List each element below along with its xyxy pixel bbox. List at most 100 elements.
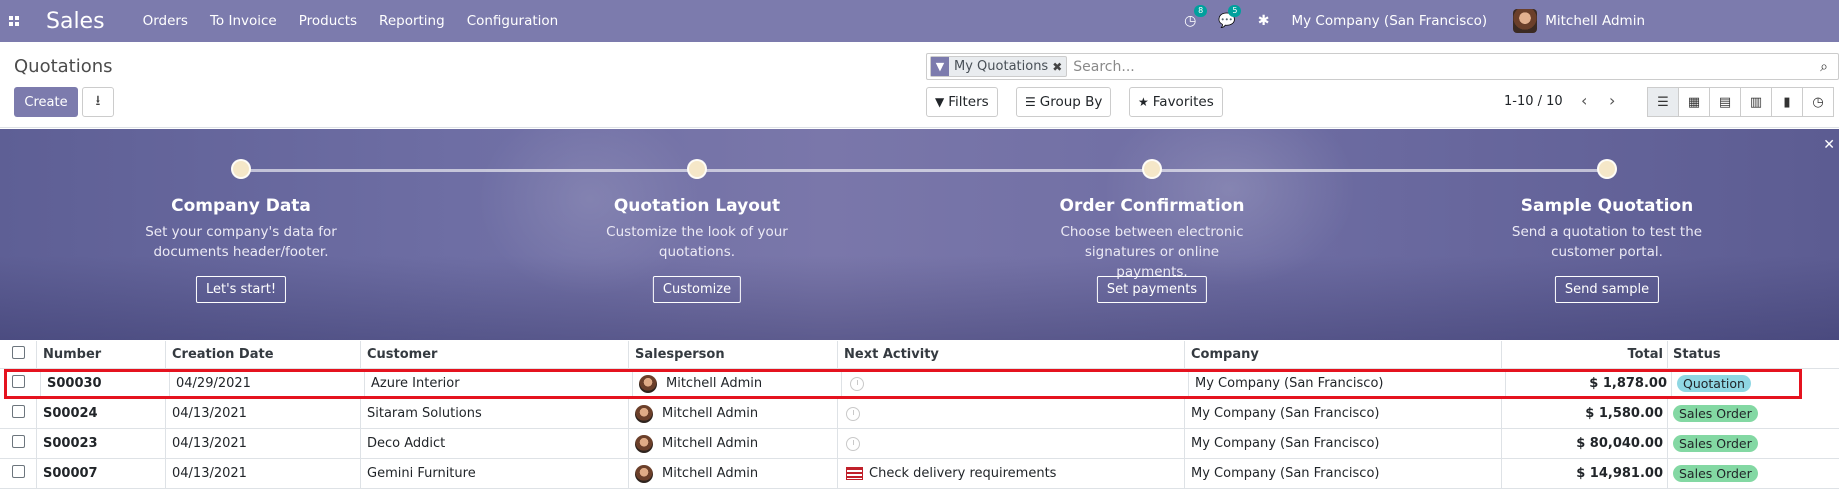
list-view-icon[interactable]: ☰ [1647,87,1679,117]
menu-reporting[interactable]: Reporting [379,13,445,29]
table-row[interactable]: S00024 04/13/2021 Sitaram Solutions Mitc… [0,399,1839,429]
cell-salesperson: Mitchell Admin [628,399,837,428]
table-row[interactable]: S00030 04/29/2021 Azure Interior Mitchel… [4,369,1802,399]
send-sample-button[interactable]: Send sample [1554,276,1660,303]
cell-salesperson: Mitchell Admin [632,369,841,398]
activity-clock-icon[interactable] [846,406,860,421]
step-title: Sample Quotation [1520,196,1694,216]
step-title: Order Confirmation [1059,196,1245,216]
step-dot [1142,159,1162,179]
cell-next-activity [841,369,1188,398]
cell-date: 04/13/2021 [165,399,360,428]
activity-count-badge: 8 [1194,5,1208,17]
row-checkbox[interactable] [12,405,25,418]
control-panel: Quotations Create ⭳ ▼ My Quotations ✖ Se… [0,42,1839,128]
groupby-button[interactable]: ☰ Group By [1016,87,1112,117]
col-status[interactable]: Status [1667,341,1839,368]
row-checkbox-cell [4,375,40,392]
salesperson-name: Mitchell Admin [662,466,759,481]
row-checkbox[interactable] [12,375,25,388]
step-description: Customize the look of your quotations. [606,224,788,260]
create-button[interactable]: Create [14,87,78,117]
search-icon[interactable]: ⌕ [1812,59,1836,75]
pivot-view-icon[interactable]: ▥ [1740,87,1772,117]
cell-status: Sales Order [1667,429,1839,458]
activity-view-icon[interactable]: ◷ [1802,87,1834,117]
customize-button[interactable]: Customize [652,276,742,303]
app-brand[interactable]: Sales [46,9,105,34]
filter-icon: ▼ [935,95,945,109]
cell-date: 04/13/2021 [165,459,360,488]
status-badge: Sales Order [1673,405,1758,422]
cell-date: 04/29/2021 [169,369,364,398]
cell-total: $ 14,981.00 [1501,459,1667,488]
quotations-table: Number Creation Date Customer Salesperso… [0,341,1839,489]
menu-configuration[interactable]: Configuration [467,13,559,29]
activity-clock-icon[interactable] [846,436,860,451]
facet-label: My Quotations [954,59,1049,74]
menu-orders[interactable]: Orders [143,13,188,29]
cell-customer: Azure Interior [364,369,632,398]
filters-button[interactable]: ▼ Filters [926,87,998,117]
cell-date: 04/13/2021 [165,429,360,458]
messages-chat-icon[interactable]: 💬 5 [1218,5,1242,29]
user-menu[interactable]: Mitchell Admin [1513,9,1645,33]
step-dot [687,159,707,179]
row-checkbox[interactable] [12,465,25,478]
kanban-view-icon[interactable]: ▦ [1678,87,1710,117]
menu-products[interactable]: Products [299,13,357,29]
col-creation-date[interactable]: Creation Date [165,341,360,368]
activity-flag-icon[interactable] [846,467,863,480]
col-company[interactable]: Company [1184,341,1501,368]
cell-salesperson: Mitchell Admin [628,429,837,458]
row-checkbox-cell [0,405,36,422]
activity-clock-icon[interactable]: ◷ 8 [1184,5,1208,29]
cell-company: My Company (San Francisco) [1184,459,1501,488]
col-total[interactable]: Total [1501,341,1667,368]
message-count-badge: 5 [1228,5,1242,17]
activity-clock-icon[interactable] [850,376,864,391]
apps-menu-icon[interactable] [0,0,28,42]
cell-salesperson: Mitchell Admin [628,459,837,488]
pager-value[interactable]: 1-10 / 10 [1504,94,1563,109]
search-input[interactable]: Search... [1073,59,1812,75]
cell-number: S00023 [36,429,165,458]
list-icon: ☰ [1025,95,1036,109]
star-icon: ★ [1138,95,1149,109]
company-switcher[interactable]: My Company (San Francisco) [1291,13,1487,29]
facet-close-icon[interactable]: ✖ [1052,60,1066,74]
table-row[interactable]: S00007 04/13/2021 Gemini Furniture Mitch… [0,459,1839,489]
favorites-button[interactable]: ★ Favorites [1129,87,1223,117]
graph-view-icon[interactable]: ▮ [1771,87,1803,117]
set-payments-button[interactable]: Set payments [1096,276,1208,303]
cell-status: Sales Order [1667,399,1839,428]
col-customer[interactable]: Customer [360,341,628,368]
step-title: Company Data [171,196,311,216]
select-all-checkbox[interactable] [12,346,25,359]
col-next-activity[interactable]: Next Activity [837,341,1184,368]
salesperson-name: Mitchell Admin [662,406,759,421]
activity-summary[interactable]: Check delivery requirements [869,466,1056,481]
download-icon[interactable]: ⭳ [82,87,114,117]
cell-total: $ 1,878.00 [1505,369,1671,398]
lets-start-button[interactable]: Let's start! [195,276,287,303]
search-bar[interactable]: ▼ My Quotations ✖ Search... ⌕ [926,53,1839,80]
top-navbar: Sales Orders To Invoice Products Reporti… [0,0,1839,42]
close-icon[interactable]: ✕ [1823,137,1835,153]
step-title: Quotation Layout [613,196,781,216]
col-number[interactable]: Number [36,341,165,368]
breadcrumb: Quotations [14,56,113,77]
row-checkbox-cell [0,435,36,452]
pager-previous-icon[interactable]: ‹ [1581,91,1587,110]
table-row[interactable]: S00023 04/13/2021 Deco Addict Mitchell A… [0,429,1839,459]
menu-to-invoice[interactable]: To Invoice [210,13,277,29]
step-description: Send a quotation to test the customer po… [1511,224,1703,260]
pager-next-icon[interactable]: › [1609,91,1615,110]
search-facet: ▼ My Quotations ✖ [930,56,1068,77]
debug-bug-icon[interactable]: ✱ [1258,13,1270,29]
user-avatar [1513,9,1538,33]
favorites-label: Favorites [1152,94,1214,110]
calendar-view-icon[interactable]: ▤ [1709,87,1741,117]
col-salesperson[interactable]: Salesperson [628,341,837,368]
row-checkbox[interactable] [12,435,25,448]
